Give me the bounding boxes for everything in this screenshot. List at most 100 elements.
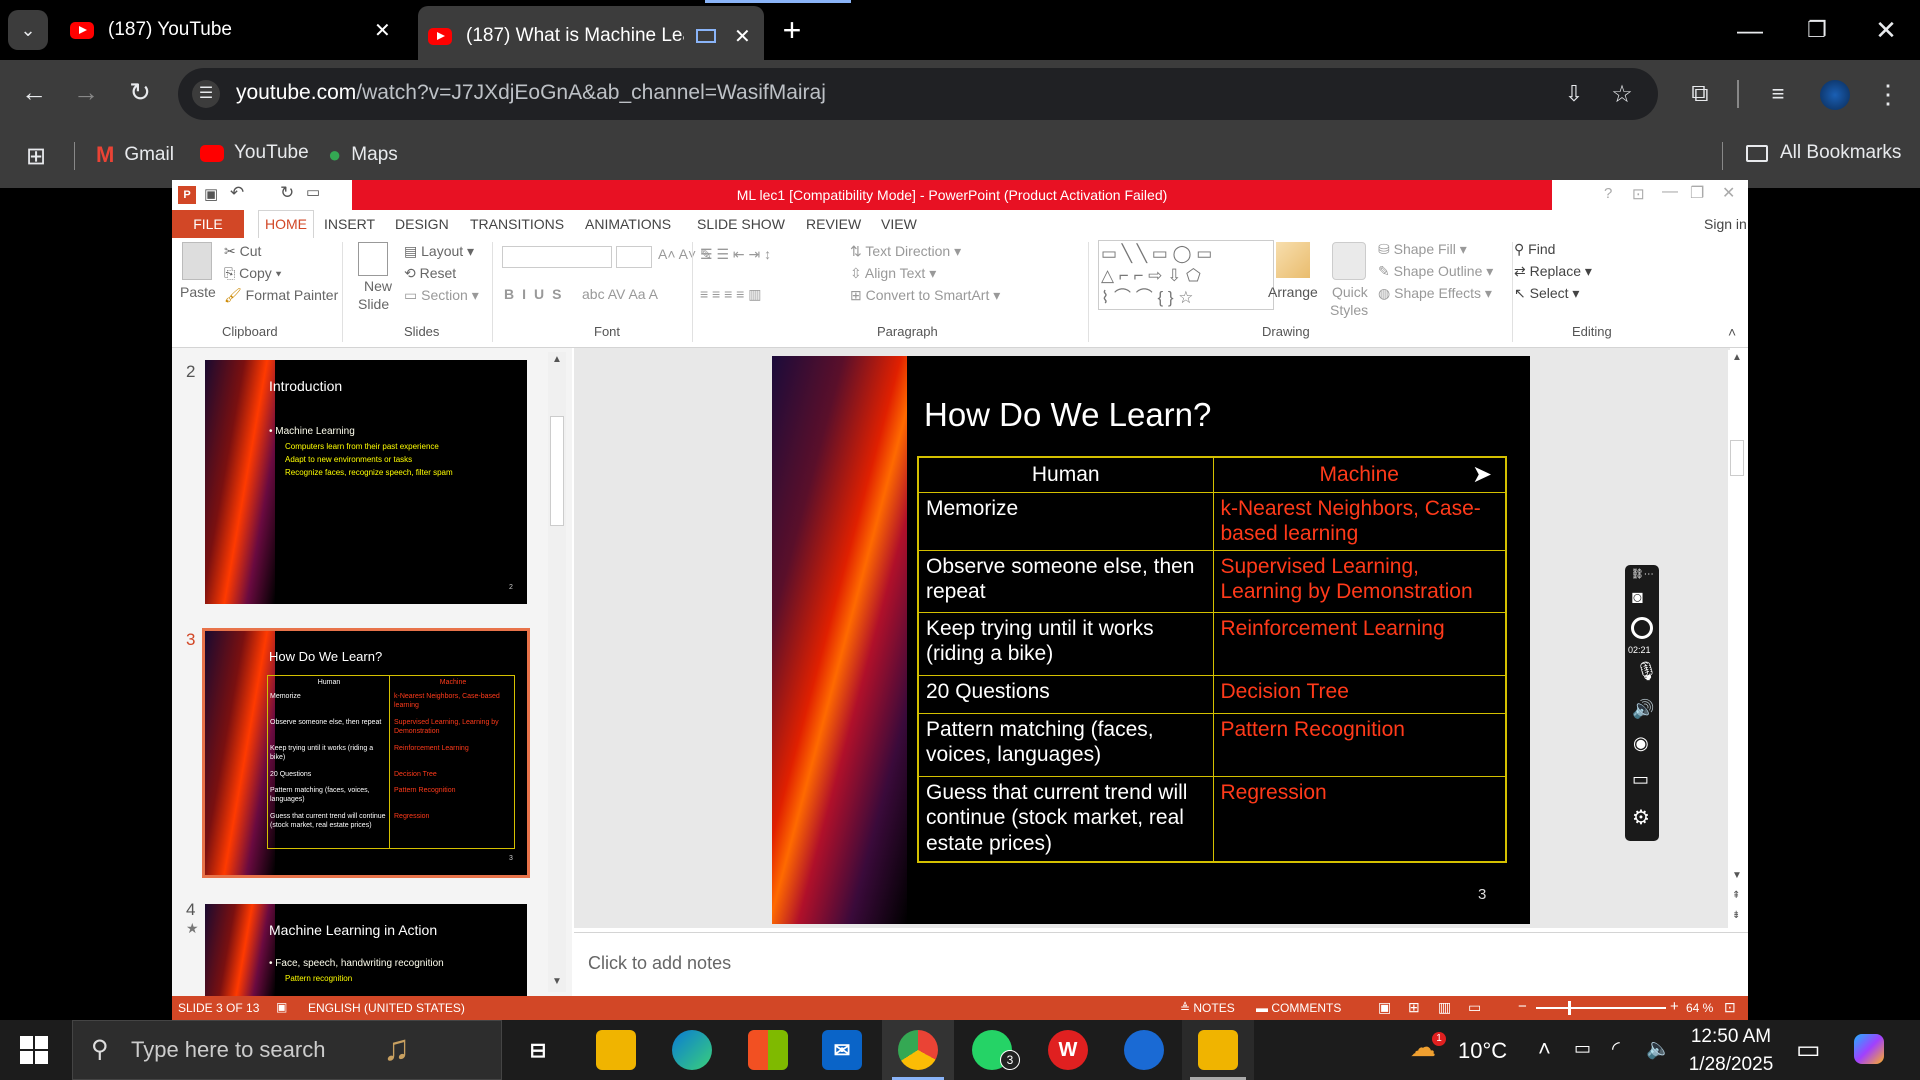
- media-control-icon[interactable]: ≡: [1758, 76, 1798, 112]
- tab-transitions[interactable]: TRANSITIONS: [470, 216, 564, 232]
- tab-home[interactable]: HOME: [258, 210, 314, 238]
- editor-scrollbar[interactable]: ▲ ▼ ⇞ ⇟: [1728, 350, 1746, 928]
- arrange-button[interactable]: Arrange: [1268, 284, 1318, 300]
- microsoft-store-icon[interactable]: [748, 1030, 788, 1070]
- camera-icon[interactable]: ◙: [1632, 587, 1643, 608]
- paste-button[interactable]: Paste: [180, 284, 216, 300]
- copy-button[interactable]: ⎘ Copy ▾: [224, 265, 282, 282]
- normal-view-icon[interactable]: ▣: [1378, 999, 1391, 1016]
- tab-insert[interactable]: INSERT: [324, 216, 375, 232]
- replace-button[interactable]: ⇄ Replace ▾: [1514, 263, 1592, 280]
- language-status[interactable]: ENGLISH (UNITED STATES): [308, 1001, 465, 1015]
- all-bookmarks[interactable]: All Bookmarks: [1746, 142, 1901, 164]
- link-icon[interactable]: ⛓⋯: [1631, 569, 1654, 580]
- file-explorer-icon[interactable]: [596, 1030, 636, 1070]
- minimize-button[interactable]: —: [1730, 10, 1770, 50]
- next-slide-icon[interactable]: ⇟: [1732, 910, 1740, 921]
- slideshow-view-icon[interactable]: ▭: [1468, 999, 1481, 1016]
- sign-in-link[interactable]: Sign in: [1704, 216, 1747, 232]
- align-text-button[interactable]: ⇳ Align Text ▾: [850, 265, 936, 282]
- menu-icon[interactable]: ⋮: [1868, 76, 1908, 112]
- taskbar-search-box[interactable]: ⚲ Type here to search ♫: [72, 1020, 502, 1080]
- zoom-out-icon[interactable]: −: [1518, 998, 1527, 1015]
- folder-app-icon[interactable]: [1198, 1030, 1238, 1070]
- reading-view-icon[interactable]: ▥: [1438, 999, 1451, 1016]
- apps-grid-icon[interactable]: ⊞: [26, 142, 46, 171]
- notes-pane[interactable]: Click to add notes: [574, 932, 1748, 996]
- tab-view[interactable]: VIEW: [881, 216, 917, 232]
- fit-slide-icon[interactable]: ⊡: [1724, 999, 1736, 1016]
- font-extra-icons[interactable]: abc AV Aa A: [582, 286, 658, 302]
- site-info-icon[interactable]: ☰: [192, 80, 220, 108]
- profile-avatar[interactable]: [1820, 80, 1850, 110]
- scroll-thumb[interactable]: [550, 416, 564, 526]
- tab-search-button[interactable]: ⌄: [8, 10, 48, 50]
- comments-toggle[interactable]: ▬ COMMENTS: [1256, 1001, 1341, 1015]
- format-painter-button[interactable]: 🖌 Format Painter: [224, 287, 338, 304]
- select-button[interactable]: ↖ Select ▾: [1514, 285, 1579, 302]
- prev-slide-icon[interactable]: ⇞: [1732, 890, 1740, 901]
- bookmark-gmail[interactable]: M Gmail: [96, 142, 174, 168]
- scroll-thumb[interactable]: [1730, 440, 1744, 476]
- save-icon[interactable]: ▣: [204, 185, 218, 203]
- new-slide-icon[interactable]: [358, 242, 388, 276]
- convert-smartart-button[interactable]: ⊞ Convert to SmartArt ▾: [850, 287, 1000, 304]
- slide-thumbnail-2[interactable]: Introduction • Machine Learning Computer…: [205, 360, 527, 604]
- minimize-icon[interactable]: —: [1662, 183, 1678, 201]
- record-icon[interactable]: [1631, 617, 1653, 639]
- paste-icon[interactable]: [182, 242, 212, 280]
- find-button[interactable]: ⚲ Find: [1514, 241, 1555, 258]
- shapes-gallery[interactable]: ▭ ╲ ╲ ▭ ◯ ▭ △ ⌐ ⌐ ⇨ ⇩ ⬠ ⌇ ⌒ ⌒ { } ☆: [1098, 240, 1274, 310]
- tray-chevron-icon[interactable]: ˄: [1538, 1036, 1551, 1062]
- restore-button[interactable]: ❐: [1797, 10, 1837, 50]
- scroll-up-icon[interactable]: ▲: [552, 354, 562, 365]
- reset-button[interactable]: ⟲ Reset: [404, 265, 456, 282]
- cut-button[interactable]: ✂ Cut: [224, 243, 261, 260]
- tab-slide-show[interactable]: SLIDE SHOW: [697, 216, 785, 232]
- chrome-icon[interactable]: [898, 1030, 938, 1070]
- tab-design[interactable]: DESIGN: [395, 216, 449, 232]
- slide-sorter-icon[interactable]: ⊞: [1408, 999, 1420, 1016]
- present-icon[interactable]: ▭: [306, 183, 320, 201]
- arrange-icon[interactable]: [1276, 242, 1310, 278]
- bookmark-star-icon[interactable]: ☆: [1606, 78, 1638, 110]
- quick-styles-icon[interactable]: [1332, 242, 1366, 280]
- install-app-icon[interactable]: ⇩: [1558, 78, 1590, 110]
- bookmark-youtube[interactable]: YouTube: [200, 142, 309, 164]
- mail-icon[interactable]: ✉: [822, 1030, 862, 1070]
- zoom-level[interactable]: 64 %: [1686, 1001, 1713, 1015]
- tab-youtube[interactable]: (187) YouTube ✕: [70, 0, 400, 60]
- shape-effects-button[interactable]: ◍ Shape Effects ▾: [1378, 285, 1492, 302]
- reload-button[interactable]: ↻: [120, 72, 160, 112]
- text-direction-button[interactable]: ⇅ Text Direction ▾: [850, 243, 961, 260]
- scroll-up-icon[interactable]: ▲: [1732, 352, 1742, 363]
- slide-thumbnail-4[interactable]: Machine Learning in Action • Face, speec…: [205, 904, 527, 996]
- forward-button[interactable]: →: [66, 72, 106, 112]
- close-icon[interactable]: ✕: [734, 24, 751, 49]
- section-button[interactable]: ▭ Section ▾: [404, 287, 479, 304]
- restore-icon[interactable]: ❐: [1690, 183, 1704, 203]
- scroll-down-icon[interactable]: ▼: [1732, 870, 1742, 881]
- volume-icon[interactable]: 🔈: [1646, 1036, 1671, 1061]
- font-name-select[interactable]: [502, 246, 612, 268]
- collapse-ribbon-icon[interactable]: ˄: [1728, 324, 1736, 340]
- notification-icon[interactable]: ▭: [1796, 1034, 1821, 1065]
- thumbs-scrollbar[interactable]: ▲ ▼: [548, 352, 566, 992]
- wps-office-icon[interactable]: W: [1048, 1030, 1088, 1070]
- back-button[interactable]: ←: [14, 72, 54, 112]
- new-slide-button[interactable]: New: [364, 278, 392, 294]
- notes-toggle[interactable]: ≜ NOTES: [1180, 1001, 1235, 1015]
- close-icon[interactable]: ✕: [1722, 183, 1735, 203]
- tab-active-video[interactable]: (187) What is Machine Learn ✕: [418, 6, 764, 66]
- shape-fill-button[interactable]: ⛁ Shape Fill ▾: [1378, 241, 1467, 258]
- tab-review[interactable]: REVIEW: [806, 216, 861, 232]
- zoom-in-icon[interactable]: +: [1670, 998, 1679, 1015]
- microphone-icon[interactable]: 🎙: [1635, 661, 1658, 682]
- tab-animations[interactable]: ANIMATIONS: [585, 216, 671, 232]
- app-globe-icon[interactable]: [1124, 1030, 1164, 1070]
- scroll-down-icon[interactable]: ▼: [552, 976, 562, 987]
- settings-gear-icon[interactable]: ⚙: [1632, 805, 1650, 830]
- webcam-icon[interactable]: ◉: [1633, 733, 1649, 754]
- current-slide[interactable]: How Do We Learn? Human Machine Memorize …: [772, 356, 1530, 924]
- battery-icon[interactable]: ▭: [1574, 1038, 1591, 1059]
